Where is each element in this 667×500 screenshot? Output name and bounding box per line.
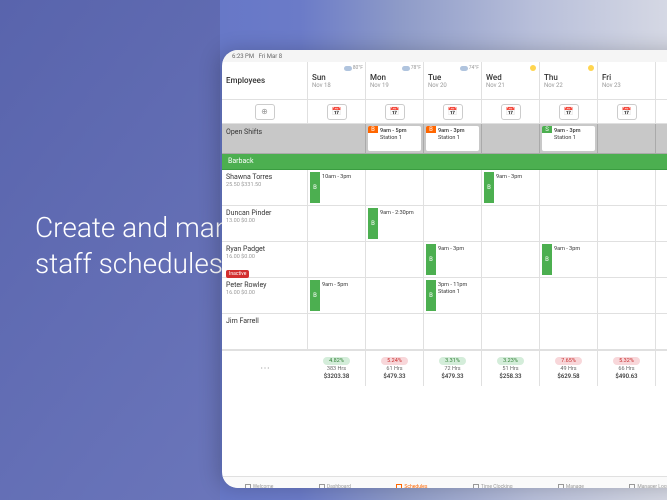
shift-cell[interactable]: [540, 206, 598, 241]
calendar-button[interactable]: 📅: [385, 104, 405, 120]
nav-icon: [396, 484, 402, 489]
shift-cell[interactable]: [366, 242, 424, 277]
shift-cell[interactable]: [482, 242, 540, 277]
shift-cell[interactable]: [366, 170, 424, 205]
shift-cell[interactable]: B9am - 3pm: [540, 242, 598, 277]
status-bar: 6:23 PM Fri Mar 8: [222, 50, 667, 62]
nav-item[interactable]: Welcome: [245, 484, 274, 489]
shift-cell[interactable]: [366, 314, 424, 349]
inactive-badge: Inactive: [226, 270, 249, 278]
nav-item[interactable]: Schedules: [396, 484, 427, 489]
day-header[interactable]: ThuNov 22: [540, 62, 598, 99]
shift-cell[interactable]: [424, 206, 482, 241]
calendar-button[interactable]: 📅: [443, 104, 463, 120]
open-shift-cell[interactable]: [308, 124, 366, 153]
employee-row: Peter Rowley16.00 $0.00B9am - 5pm B3pm - …: [222, 278, 667, 314]
shift-cell[interactable]: [598, 278, 656, 313]
employee-info[interactable]: Duncan Pinder13.00 $0.00: [222, 206, 308, 241]
status-time: 6:23 PM Fri Mar 8: [232, 53, 282, 59]
schedule-header: Employees SunNov 1880°FMonNov 1978°FTueN…: [222, 62, 667, 100]
employee-row: Shawna Torres25.50 $331.50B10am - 3pm B9a…: [222, 170, 667, 206]
shift-cell[interactable]: B3pm - 11pmStation 1: [424, 278, 482, 313]
shift-cell[interactable]: [598, 206, 656, 241]
summary-menu[interactable]: ⋯: [222, 351, 308, 386]
day-header[interactable]: SunNov 1880°F: [308, 62, 366, 99]
summary-cell: 5.24%61 Hrs$479.33: [366, 351, 424, 386]
day-header[interactable]: FriNov 23: [598, 62, 656, 99]
summary-cell: 7.65%49 Hrs$629.58: [540, 351, 598, 386]
nav-icon: [558, 484, 564, 489]
nav-item[interactable]: Manage: [558, 484, 584, 489]
open-shifts-label: Open Shifts: [222, 124, 308, 153]
weather-icon: [530, 65, 537, 71]
nav-item[interactable]: Manager Log Book: [629, 484, 667, 489]
tablet-frame: 6:23 PM Fri Mar 8 Employees SunNov 1880°…: [222, 50, 667, 488]
weather-icon: [588, 65, 595, 71]
employee-row: Jim Farrell: [222, 314, 667, 350]
employee-row: Duncan Pinder13.00 $0.00 B9am - 2:30pm: [222, 206, 667, 242]
shift-cell[interactable]: [308, 242, 366, 277]
summary-cell: 5.32%66 Hrs$490.63: [598, 351, 656, 386]
shift-cell[interactable]: B9am - 3pm: [424, 242, 482, 277]
weather-icon: 78°F: [402, 65, 421, 71]
bottom-nav: Welcome Dashboard Schedules Time Clocking Ma…: [222, 476, 667, 488]
shift-cell[interactable]: [482, 278, 540, 313]
employee-row: Ryan Padget16.00 $0.00Inactive B9am - 3pm…: [222, 242, 667, 278]
nav-item[interactable]: Time Clocking: [473, 484, 513, 489]
action-row: ⊕ 📅 📅 📅 📅 📅 📅: [222, 100, 667, 124]
nav-icon: [473, 484, 479, 489]
calendar-button[interactable]: 📅: [559, 104, 579, 120]
open-shift-cell[interactable]: [598, 124, 656, 153]
shift-cell[interactable]: B9am - 5pm: [308, 278, 366, 313]
shift-cell[interactable]: B9am - 2:30pm: [366, 206, 424, 241]
shift-cell[interactable]: [598, 314, 656, 349]
shift-cell[interactable]: [424, 170, 482, 205]
shift-cell[interactable]: [540, 170, 598, 205]
open-shift-cell[interactable]: B9am - 5pmStation 1: [366, 124, 424, 153]
day-header[interactable]: TueNov 2074°F: [424, 62, 482, 99]
employee-info[interactable]: Peter Rowley16.00 $0.00: [222, 278, 308, 313]
employee-info[interactable]: Shawna Torres25.50 $331.50: [222, 170, 308, 205]
nav-icon: [245, 484, 251, 489]
shift-cell[interactable]: B10am - 3pm: [308, 170, 366, 205]
employee-info[interactable]: Jim Farrell: [222, 314, 308, 349]
shift-cell[interactable]: [482, 314, 540, 349]
calendar-button[interactable]: 📅: [327, 104, 347, 120]
nav-icon: [629, 484, 635, 489]
shift-cell[interactable]: [598, 242, 656, 277]
open-shift-cell[interactable]: B9am - 3pmStation 1: [424, 124, 482, 153]
open-shifts-row: Open Shifts B9am - 5pmStation 1B9am - 3p…: [222, 124, 667, 154]
shift-cell[interactable]: [540, 314, 598, 349]
calendar-button[interactable]: 📅: [501, 104, 521, 120]
shift-cell[interactable]: B9am - 3pm: [482, 170, 540, 205]
summary-cell: 3.23%51 Hrs$258.33: [482, 351, 540, 386]
weather-icon: 74°F: [460, 65, 479, 71]
day-header[interactable]: MonNov 1978°F: [366, 62, 424, 99]
employee-info[interactable]: Ryan Padget16.00 $0.00Inactive: [222, 242, 308, 277]
summary-cell: 3.31%72 Hrs$479.33: [424, 351, 482, 386]
shift-cell[interactable]: [598, 170, 656, 205]
shift-cell[interactable]: [424, 314, 482, 349]
day-header[interactable]: WedNov 21: [482, 62, 540, 99]
nav-icon: [319, 484, 325, 489]
employees-header: Employees: [222, 62, 308, 99]
shift-cell[interactable]: [308, 206, 366, 241]
calendar-button[interactable]: 📅: [617, 104, 637, 120]
shift-cell[interactable]: [482, 206, 540, 241]
shift-cell[interactable]: [540, 278, 598, 313]
weather-icon: 80°F: [344, 65, 363, 71]
open-shift-cell[interactable]: S9am - 3pmStation 1: [540, 124, 598, 153]
open-shift-cell[interactable]: [482, 124, 540, 153]
shift-cell[interactable]: [366, 278, 424, 313]
summary-row: ⋯ 4.82%383 Hrs$3203.385.24%61 Hrs$479.33…: [222, 350, 667, 386]
shift-cell[interactable]: [308, 314, 366, 349]
group-header: Barback: [222, 154, 667, 170]
summary-cell: 4.82%383 Hrs$3203.38: [308, 351, 366, 386]
add-employee-button[interactable]: ⊕: [255, 104, 275, 120]
nav-item[interactable]: Dashboard: [319, 484, 351, 489]
